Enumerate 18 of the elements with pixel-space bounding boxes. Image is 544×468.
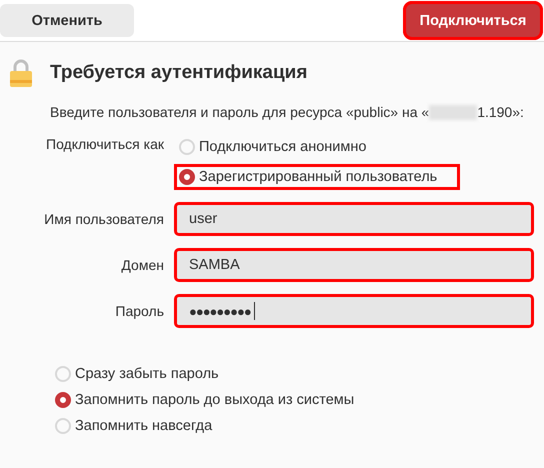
password-field[interactable]: ●●●●●●●●● [174,294,534,328]
field-label: Имя пользователя [43,211,164,227]
connect-button[interactable]: Подключиться [406,4,540,37]
field-label: Домен [120,257,164,273]
radio-option[interactable]: Сразу забыть пароль [50,362,224,386]
dialog-title: Требуется аутентификация [50,62,308,84]
radio-option[interactable]: Подключиться анонимно [174,134,390,160]
field-label: Пароль [114,303,164,319]
input-field[interactable]: user [174,202,534,236]
radio-option[interactable]: Запомнить пароль до выхода из системы [50,388,360,412]
cancel-button[interactable]: Отменить [0,4,134,37]
field-label: Подключиться как [45,135,164,152]
prompt-text: 1.190»: [477,104,524,120]
prompt-text: Введите пользователя и пароль для ресурса «public» на « [50,104,430,120]
input-field[interactable]: SAMBA [174,248,534,282]
radio-option[interactable]: Запомнить навсегда [50,414,218,438]
radio-option[interactable]: Зарегистрированный пользователь [174,164,460,190]
lock-icon [10,59,32,87]
